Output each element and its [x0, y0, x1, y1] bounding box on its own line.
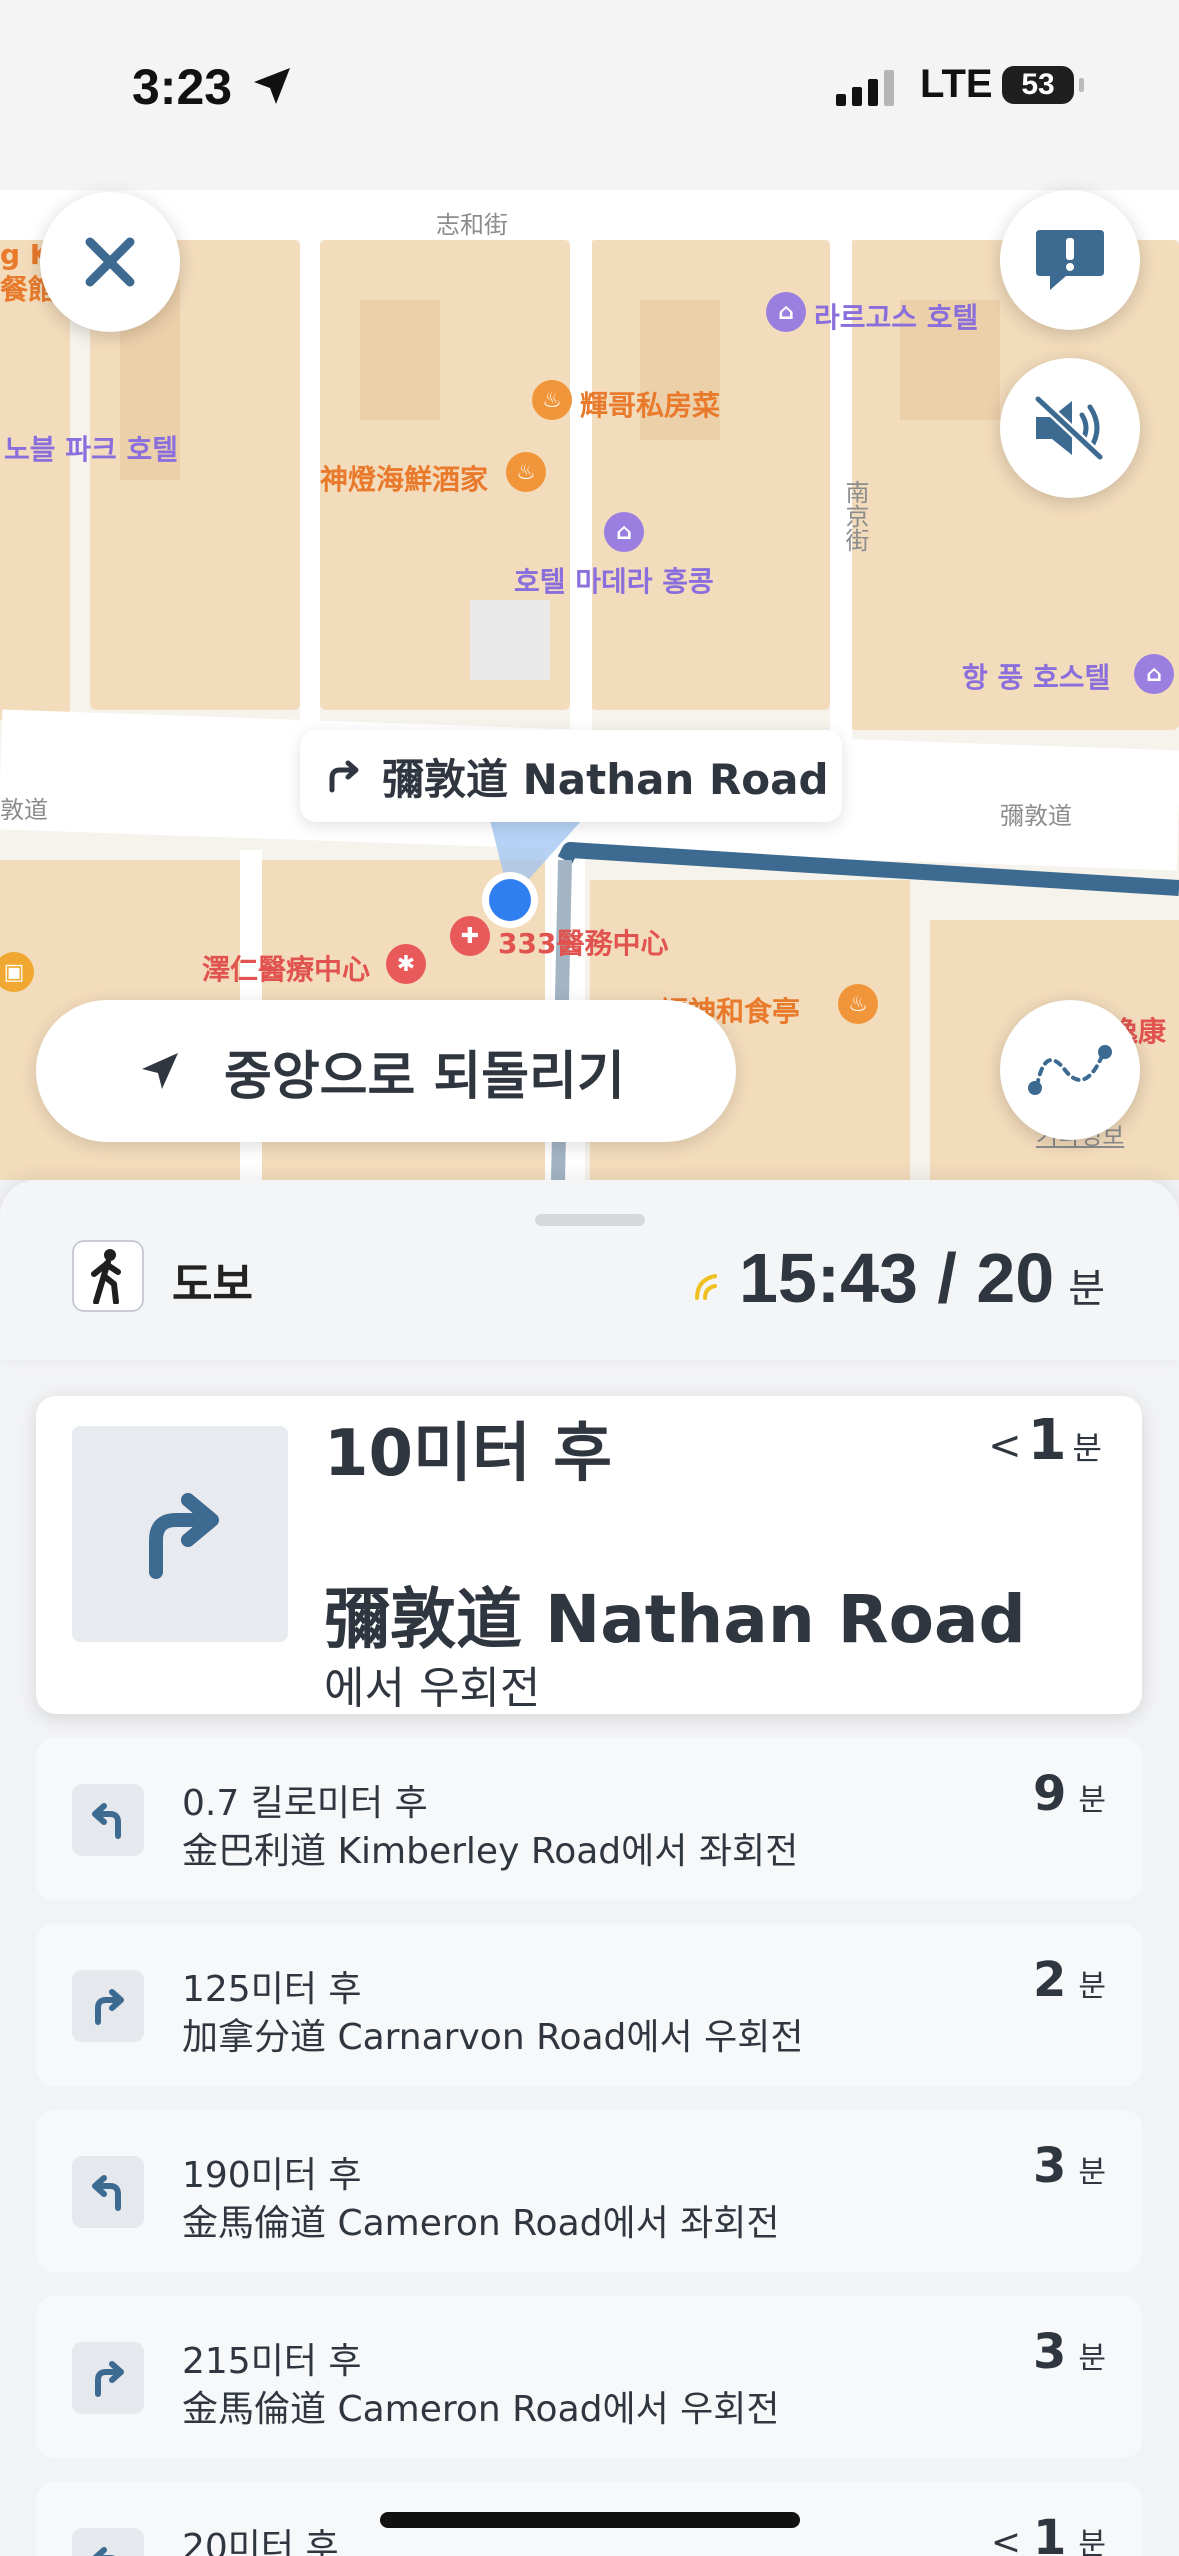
close-icon [85, 237, 135, 287]
mute-voice-button[interactable] [1000, 358, 1140, 498]
step-description: 金馬倫道 Cameron Road에서 좌회전 [182, 2203, 780, 2244]
step-time-value: 9 [1032, 1766, 1067, 1822]
step-time-prefix: < [990, 2522, 1021, 2556]
turn-right-icon-box [72, 2342, 144, 2414]
status-time: 3:23 [132, 59, 233, 115]
step-description: 金馬倫道 Cameron Road에서 우회전 [182, 2389, 780, 2430]
step-time: 9 분 [1033, 1766, 1106, 1822]
current-step-action: 에서 우회전 [324, 1663, 541, 1714]
medical-icon[interactable]: ✚ [450, 916, 490, 956]
hotel-icon[interactable]: ⌂ [1134, 654, 1174, 694]
restaurant-icon[interactable]: ♨ [532, 380, 572, 420]
route-step[interactable]: 215미터 후 金馬倫道 Cameron Road에서 우회전 3 분 [36, 2296, 1142, 2458]
home-indicator[interactable] [380, 2512, 800, 2528]
current-street-callout: 彌敦道 Nathan Road [300, 730, 842, 822]
turn-left-icon-box [72, 2528, 144, 2556]
current-step-distance: 10미터 후 [324, 1417, 612, 1491]
step-time-unit: 분 [1078, 1969, 1106, 2004]
turn-right-icon-box [72, 1970, 144, 2042]
step-description: 加拿分道 Carnarvon Road에서 우회전 [182, 2017, 804, 2058]
hotel-icon[interactable]: ⌂ [604, 512, 644, 552]
step-time: 3 분 [1033, 2324, 1106, 2380]
turn-left-icon-box [72, 1784, 144, 1856]
report-bubble-icon [1036, 230, 1104, 290]
street-label: 敦道 [0, 796, 48, 824]
time-value: 1 [1027, 1408, 1067, 1473]
turn-right-icon [329, 760, 359, 793]
location-arrow-icon [254, 68, 290, 104]
map-view[interactable]: 志和街 g K 餐館 노블 파크 호텔 ⌂ 라르고스 호텔 ♨ 輝哥私房菜 神燈… [0, 0, 1179, 1180]
sheet-grabber[interactable] [535, 1214, 645, 1226]
turn-left-icon [92, 2547, 116, 2556]
step-time-unit: 분 [1078, 2341, 1106, 2376]
route-step[interactable]: 190미터 후 金馬倫道 Cameron Road에서 좌회전 3 분 [36, 2110, 1142, 2272]
restaurant-icon[interactable]: ♨ [506, 452, 546, 492]
step-distance: 125미터 후 [182, 1969, 362, 2010]
medical-icon[interactable]: ✱ [386, 944, 426, 984]
recenter-label: 중앙으로 되돌리기 [224, 1046, 625, 1107]
live-signal-icon [694, 1274, 717, 1300]
turn-left-icon [92, 2175, 121, 2211]
step-time: 2 분 [1033, 1952, 1106, 2008]
transport-mode-label: 도보 [172, 1259, 253, 1310]
current-step-time: < 1 분 [988, 1408, 1102, 1473]
turn-left-icon [92, 1803, 121, 1839]
signal-bars-icon [836, 70, 894, 106]
step-time: 3 분 [1033, 2138, 1106, 2194]
street-label: 彌敦道 [1000, 802, 1072, 830]
poi-label-rarugos-hotel[interactable]: 라르고스 호텔 [814, 296, 978, 336]
walking-person-icon [91, 1249, 121, 1304]
turn-right-icon [95, 1989, 124, 2025]
report-issue-button[interactable] [1000, 190, 1140, 330]
step-time-unit: 분 [1078, 2155, 1106, 2190]
turn-right-icon [95, 2361, 124, 2397]
network-type: LTE [920, 62, 993, 106]
street-label: 南京街 [841, 480, 869, 552]
step-time-value: 3 [1032, 2138, 1067, 2194]
current-step-street: 彌敦道 Nathan Road [324, 1581, 1026, 1658]
route-step[interactable]: 0.7 킬로미터 후 金巴利道 Kimberley Road에서 좌회전 9 분 [36, 1738, 1142, 1900]
poi-label-333-clinic[interactable]: 333醫務中心 [498, 922, 668, 962]
navigation-arrow-icon [142, 1053, 178, 1089]
route-overview-button[interactable] [1000, 1000, 1140, 1140]
route-step[interactable]: 125미터 후 加拿分道 Carnarvon Road에서 우회전 2 분 [36, 1924, 1142, 2086]
eta-unit: 분 [1068, 1266, 1105, 1312]
turn-right-icon-box [72, 1426, 288, 1642]
route-overview-icon [1028, 1045, 1112, 1095]
status-bar: 3:23 LTE 53 [0, 0, 1179, 170]
step-time-unit: 분 [1078, 2527, 1106, 2556]
poi-label-noble-park-hotel[interactable]: 노블 파크 호텔 [4, 428, 178, 468]
step-distance: 0.7 킬로미터 후 [182, 1783, 428, 1824]
time-unit: 분 [1072, 1429, 1102, 1467]
poi-label-hotel-madera[interactable]: 호텔 마데라 홍콩 [514, 560, 714, 600]
step-time-value: 1 [1032, 2510, 1067, 2556]
step-distance: 215미터 후 [182, 2341, 362, 2382]
transport-mode-badge [72, 1240, 144, 1312]
step-distance: 190미터 후 [182, 2155, 362, 2196]
time-prefix: < [988, 1423, 1022, 1469]
hotel-icon[interactable]: ⌂ [766, 292, 806, 332]
recenter-button[interactable]: 중앙으로 되돌리기 [36, 1000, 736, 1142]
poi-label-seafood-restaurant[interactable]: 神燈海鮮酒家 [320, 458, 488, 498]
callout-street-name: 彌敦道 Nathan Road [382, 754, 829, 804]
restaurant-icon[interactable]: ♨ [838, 984, 878, 1024]
turn-left-icon-box [72, 2156, 144, 2228]
step-time-value: 2 [1032, 1952, 1067, 2008]
current-instruction-card[interactable]: 10미터 후 < 1 분 彌敦道 Nathan Road 에서 우회전 [36, 1396, 1142, 1714]
poi-label-huige[interactable]: 輝哥私房菜 [580, 384, 720, 424]
poi-label-hang-pung-hostel[interactable]: 항 풍 호스텔 [962, 656, 1110, 696]
poi-label-jakyan-clinic[interactable]: 澤仁醫療中心 [202, 948, 370, 988]
step-time: < 1 분 [991, 2510, 1106, 2556]
close-button[interactable] [40, 192, 180, 332]
street-label: 志和街 [436, 211, 508, 239]
battery-indicator: 53 [1002, 66, 1084, 104]
step-description: 金巴利道 Kimberley Road에서 좌회전 [182, 1831, 799, 1872]
step-time-value: 3 [1032, 2324, 1067, 2380]
step-distance: 20미터 후 [182, 2527, 339, 2556]
turn-right-icon [149, 1493, 219, 1579]
eta-time: 15:43 / 20 [738, 1239, 1055, 1317]
speaker-muted-icon [1033, 394, 1105, 462]
step-time-unit: 분 [1078, 1783, 1106, 1818]
eta-display: 15:43 / 20 분 [693, 1238, 1105, 1318]
